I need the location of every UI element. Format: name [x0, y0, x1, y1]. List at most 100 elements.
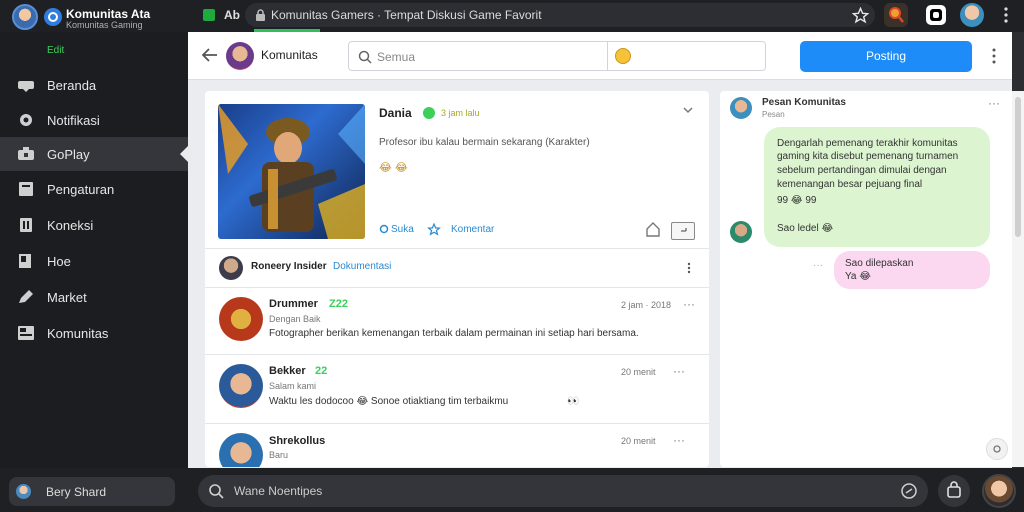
comment-divider — [205, 423, 709, 424]
comment-avatar — [219, 297, 263, 341]
comment-badge: 22 — [315, 365, 328, 377]
pencil-icon — [19, 290, 33, 303]
more-options-icon[interactable] — [991, 48, 997, 64]
bottom-search[interactable]: Wane Noentipes — [198, 475, 928, 507]
content-header: Komunitas Semua Posting — [188, 32, 1012, 80]
post-body: Profesor ibu kalau bermain sekarang (Kar… — [379, 137, 590, 148]
chat-bubble-incoming: Dengarlah pemenang terakhir komunitas ga… — [764, 127, 990, 247]
app-brand[interactable]: Komunitas Ata Komunitas Gaming — [8, 2, 188, 32]
app-logo-icon — [44, 8, 62, 26]
comment-sub: Dengan Baik — [269, 314, 321, 324]
sidebar-item-koneksi[interactable]: Koneksi — [0, 208, 188, 242]
comment-sub: Baru — [269, 450, 289, 460]
search-box[interactable]: Semua — [348, 41, 766, 71]
like-label[interactable]: Suka — [391, 224, 414, 235]
bubble-line: Ya 😂 — [845, 271, 871, 282]
active-nav-pointer — [180, 146, 188, 162]
page-icon — [19, 182, 33, 196]
search-icon — [358, 50, 372, 64]
chat-subtitle: Pesan — [762, 110, 785, 119]
reply-text: Sao ledel 😂 — [777, 223, 834, 234]
app-subtitle: Komunitas Gaming — [66, 20, 143, 30]
star-action-icon[interactable] — [427, 223, 441, 236]
main-content: Komunitas Semua Posting Dania 3 jam lalu… — [188, 32, 1024, 468]
comment-more-icon[interactable]: ··· — [683, 297, 695, 311]
sidebar-status-tag: Edit — [47, 45, 65, 56]
composer-link[interactable]: Dokumentasi — [333, 261, 391, 272]
comment-badge: Z22 — [329, 298, 348, 310]
sidebar: Edit Beranda Notifikasi GoPlay Pengatura… — [0, 32, 188, 468]
emoji-icon[interactable] — [615, 48, 631, 64]
bubble-line: Sao dilepaskan — [845, 258, 914, 269]
sidebar-item-label: Koneksi — [47, 217, 94, 233]
sidebar-item-label: Market — [47, 289, 87, 305]
url-text: Komunitas Gamers · Tempat Diskusi Game F… — [271, 8, 542, 22]
composer-name[interactable]: Roneery Insider — [251, 261, 327, 272]
post-author-meta: 3 jam lalu — [441, 108, 480, 118]
search-input[interactable]: Semua — [377, 50, 415, 64]
page-title: Komunitas — [261, 48, 318, 62]
sidebar-item-market[interactable]: Market — [0, 280, 188, 314]
soldier-illustration — [218, 104, 365, 239]
search-divider — [607, 42, 608, 70]
browser-menu-icon[interactable] — [1003, 6, 1009, 24]
lock-icon — [256, 9, 265, 21]
sidebar-item-goplay[interactable]: GoPlay — [0, 137, 188, 171]
comment-label[interactable]: Komentar — [451, 224, 494, 235]
bottom-profile-avatar[interactable] — [982, 474, 1016, 508]
comment-more-icon[interactable]: ··· — [673, 364, 685, 378]
bell-icon — [20, 114, 32, 126]
sidebar-item-pengaturan[interactable]: Pengaturan — [0, 172, 188, 206]
composer-menu-icon[interactable] — [687, 262, 691, 274]
settings-icon[interactable] — [900, 482, 918, 500]
user-avatar-small — [16, 484, 31, 499]
bubble-line: 99 😂 99 — [777, 195, 817, 206]
bottom-search-input[interactable]: Wane Noentipes — [234, 484, 322, 498]
community-avatar[interactable] — [226, 42, 254, 70]
composer-divider — [205, 287, 709, 288]
post-author[interactable]: Dania — [379, 106, 412, 120]
address-bar[interactable]: Komunitas Gamers · Tempat Diskusi Game F… — [245, 3, 875, 27]
comment-more-icon[interactable]: ··· — [673, 433, 685, 447]
comment-time: 2 jam · 2018 — [621, 300, 672, 310]
bubble-line: kemenangan besar pejuang final — [777, 179, 923, 190]
sidebar-item-komunitas[interactable]: Komunitas — [0, 316, 188, 350]
comment-name[interactable]: Bekker — [269, 365, 306, 377]
scrollbar[interactable] — [1012, 91, 1024, 467]
sidebar-item-beranda[interactable]: Beranda — [0, 68, 188, 102]
bottom-action-button[interactable] — [938, 475, 970, 507]
feed-panel: Dania 3 jam lalu Profesor ibu kalau berm… — [205, 91, 709, 467]
post-image[interactable] — [218, 104, 365, 239]
back-arrow-icon[interactable] — [202, 48, 218, 62]
home-icon[interactable] — [645, 222, 661, 237]
chat-avatar — [730, 97, 752, 119]
collapse-chevron-icon[interactable] — [683, 107, 693, 114]
scrollbar-thumb[interactable] — [1015, 97, 1021, 237]
connection-icon — [20, 218, 32, 232]
post-button[interactable]: Posting — [800, 41, 972, 72]
profile-avatar[interactable] — [960, 3, 984, 27]
sidebar-bottom-button[interactable]: Bery Shard — [9, 477, 175, 506]
chat-bubble-outgoing: Sao dilepaskan Ya 😂 — [834, 251, 990, 289]
like-icon[interactable] — [379, 224, 389, 234]
bubble-line: sebelum pertandingan dimulai dengan — [777, 165, 947, 176]
share-icon[interactable] — [671, 222, 695, 240]
comment-name[interactable]: Drummer — [269, 298, 318, 310]
community-icon — [18, 326, 34, 340]
bag-icon — [947, 481, 961, 498]
tab-letters[interactable]: Ab — [224, 8, 240, 22]
chat-scroll-button[interactable] — [986, 438, 1008, 460]
extension-icon[interactable] — [926, 5, 946, 25]
sidebar-item-label: GoPlay — [47, 146, 90, 162]
chat-more-icon[interactable]: ··· — [988, 96, 1000, 110]
sidebar-item-hoe[interactable]: Hoe — [0, 244, 188, 278]
chat-panel: Pesan Komunitas Pesan ··· Dengarlah peme… — [720, 91, 1012, 467]
bookmark-icon — [19, 254, 31, 268]
verified-icon — [423, 107, 435, 119]
star-icon[interactable] — [852, 7, 869, 24]
sidebar-item-notifikasi[interactable]: Notifikasi — [0, 103, 188, 137]
comment-name[interactable]: Shrekollus — [269, 435, 325, 447]
tab-icon[interactable] — [203, 9, 215, 21]
comment-text: Waktu les dodocoo 😂 Sonoe otiaktiang tim… — [269, 396, 509, 407]
extension-search-icon[interactable] — [884, 3, 908, 27]
